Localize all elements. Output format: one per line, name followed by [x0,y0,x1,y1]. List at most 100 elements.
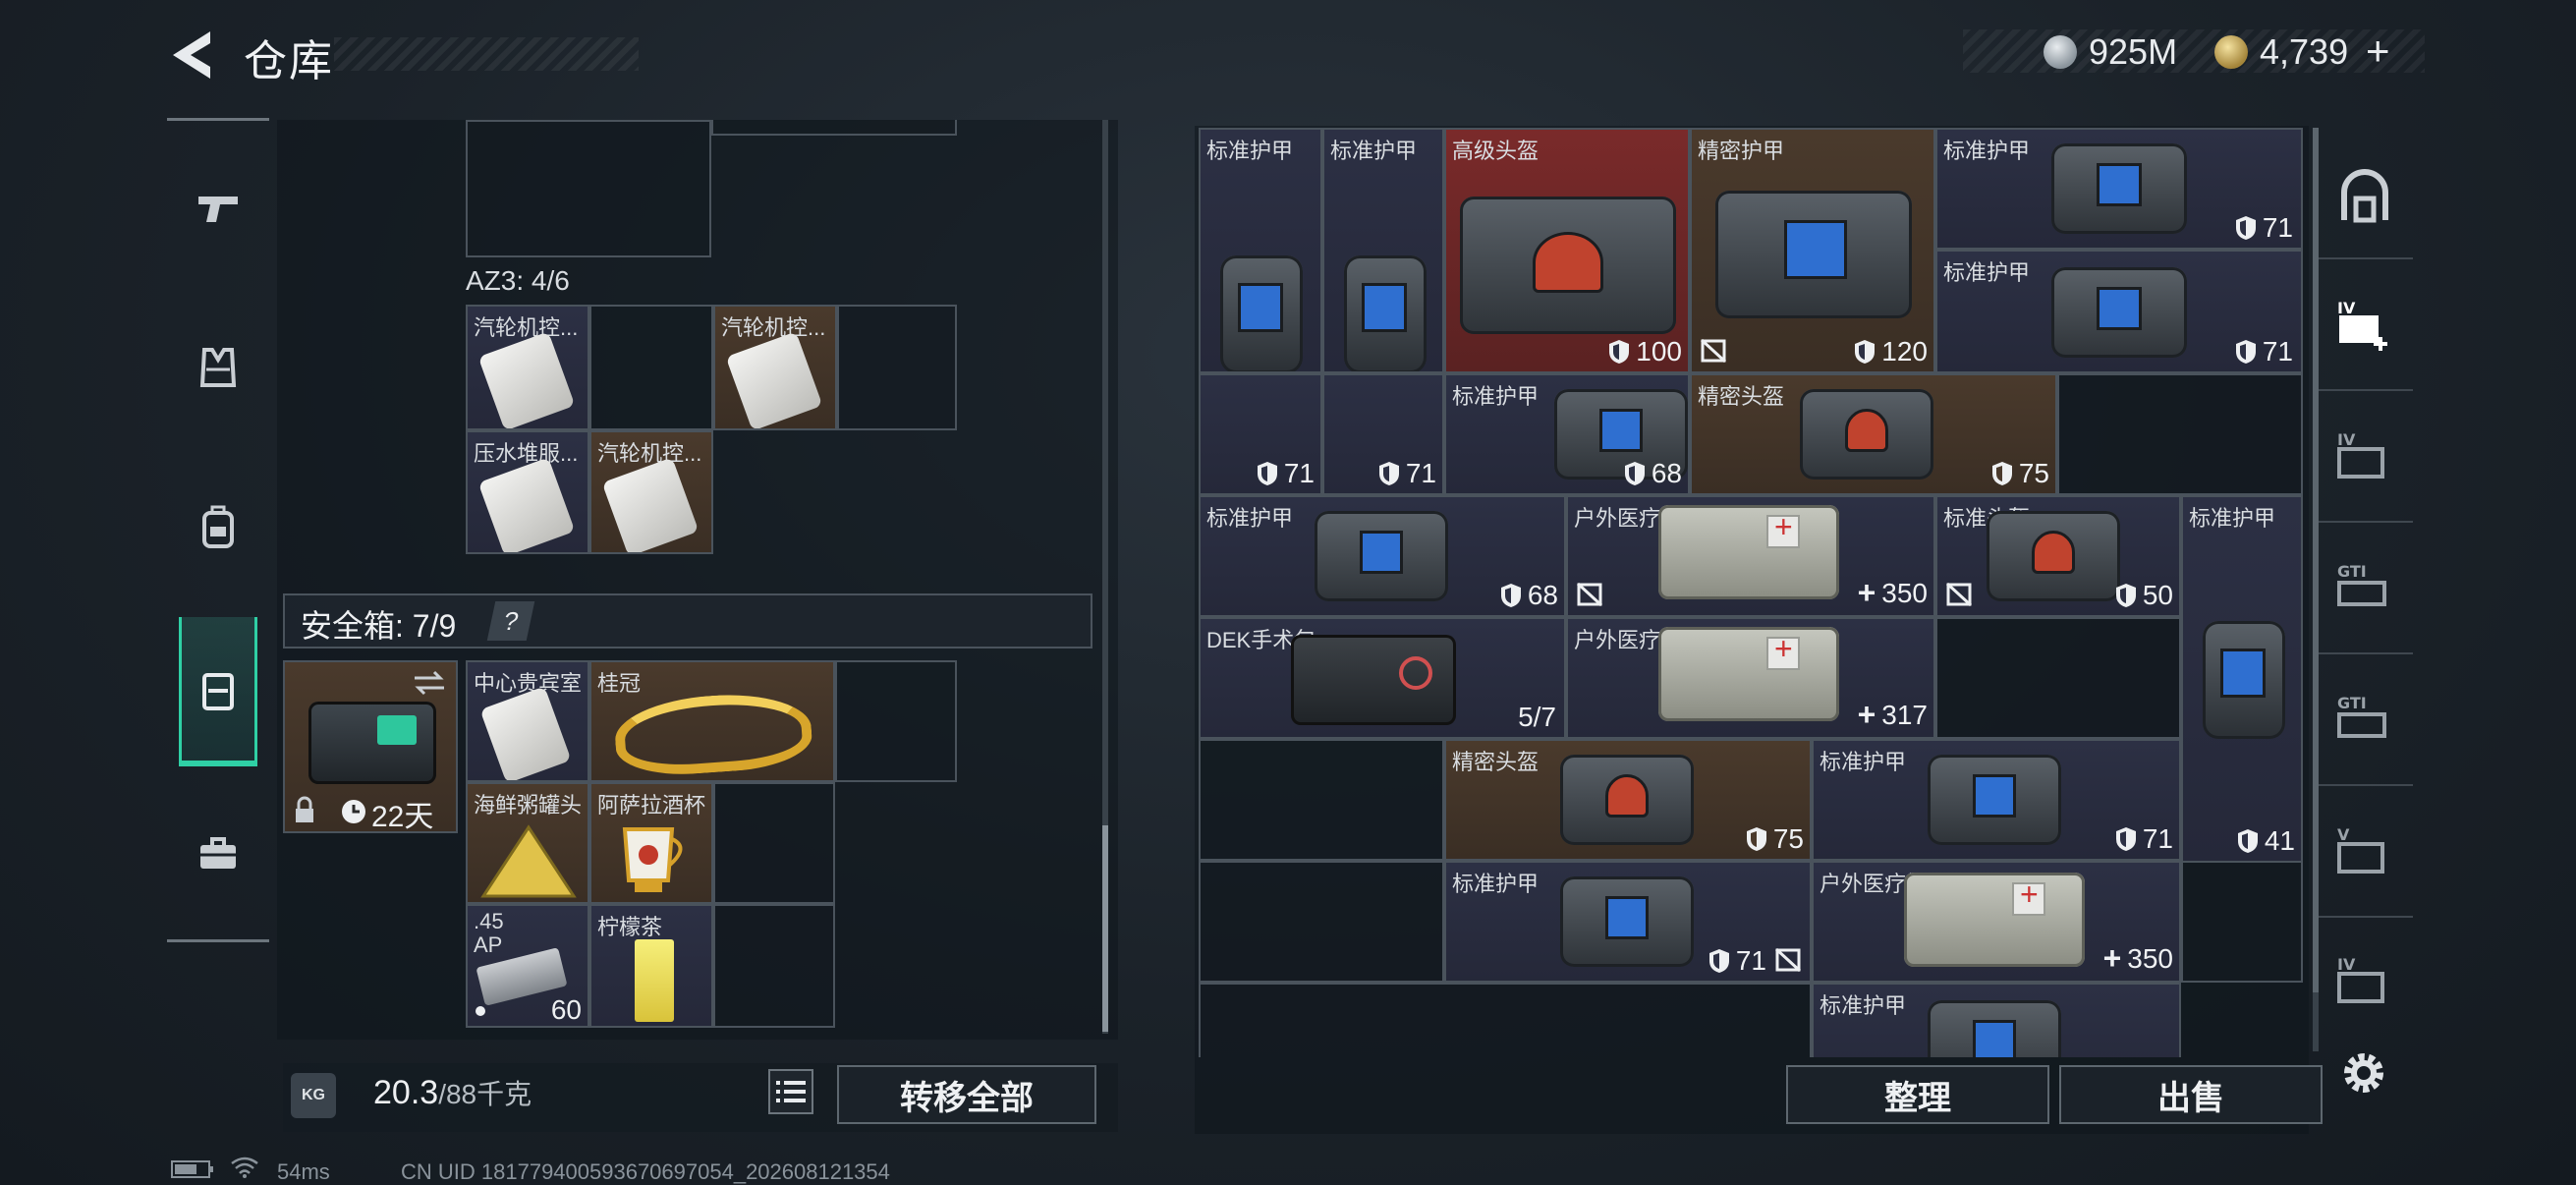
stash-item-field-medkit[interactable]: 户外医疗箱 + 350 [1812,861,2181,983]
plus-icon: + [1857,575,1876,610]
gear-icon [2344,1053,2383,1093]
item-name: 精密头盔 [1452,750,1540,774]
stash-item-precision-helmet[interactable]: 精密头盔 75 [1444,739,1812,861]
stash-item-armor-tall[interactable]: 标准护甲 41 [2181,495,2303,863]
category-container[interactable] [179,617,257,764]
stash-item-armor-stat[interactable]: 71 [1199,373,1322,495]
stash-item-precision-helmet[interactable]: 精密头盔 75 [1690,373,2057,495]
tab-divider [2319,652,2413,654]
back-button[interactable] [167,28,216,83]
category-medical[interactable] [179,814,257,892]
stash-item-field-medkit[interactable]: 户外医疗箱 + 317 [1566,617,1935,739]
sort-button[interactable]: 整理 [1786,1065,2049,1124]
item-slot-turbine-3[interactable]: 汽轮机控... [589,430,713,554]
list-view-button[interactable] [768,1069,813,1114]
safebox-help-button[interactable]: ? [486,601,535,641]
tab-stash-gti-2[interactable]: GTI [2328,684,2401,757]
stash-item-armor[interactable]: 标准护甲 68 [1199,495,1566,617]
coin-icon [2044,35,2077,69]
item-slot-reactor[interactable]: 压水堆服... [466,430,589,554]
empty-slot[interactable] [713,904,835,1028]
item-name: 标准护甲 [1820,993,1907,1018]
durability-stat: 120 [1854,336,1928,367]
uses-stat: 5/7 [1518,702,1556,733]
empty-slot[interactable] [589,305,713,430]
safebox-slot[interactable]: 22天 [283,660,458,833]
tab-stash-page-4b[interactable]: IV [2328,945,2401,1018]
add-currency-button[interactable]: + [2366,28,2390,75]
empty-slot[interactable] [835,660,957,782]
transfer-all-button[interactable]: 转移全部 [837,1065,1096,1124]
item-slot-lemon-tea[interactable]: 柠檬茶 [589,904,713,1028]
stash-page-icon: IV [2337,955,2384,1003]
empty-slot[interactable] [711,120,957,136]
tab-stash-gti-1[interactable]: GTI [2328,552,2401,625]
durability-stat: 50 [2115,580,2173,611]
list-icon [776,1081,806,1102]
durability-value: 75 [1772,823,1804,854]
stash-item-armor[interactable]: 标准护甲 [1322,128,1444,373]
armor-case-icon [1928,1000,2061,1057]
item-name: 标准护甲 [1206,506,1294,531]
category-active-indicator [179,761,257,766]
category-weapons[interactable] [179,169,257,248]
item-name: 标准护甲 [1820,750,1907,774]
no-repair-icon [1700,338,1727,364]
surgery-kit-icon [1291,635,1456,725]
stash-item-armor[interactable]: 标准护甲 [1812,983,2181,1057]
item-name: 海鲜粥罐头 [474,793,583,818]
stash-item-surgery-kit[interactable]: DEK手术包 5/7 [1199,617,1566,739]
tab-stash-page-4[interactable]: IV [2328,421,2401,493]
item-slot-turbine-1[interactable]: 汽轮机控... [466,305,589,430]
durability-value: 41 [2264,825,2295,856]
laurel-crown-icon [612,689,814,779]
tab-stash-page-5[interactable]: V [2328,816,2401,888]
stash-item-advanced-helmet[interactable]: 高级头盔 100 [1444,128,1690,373]
settings-button[interactable] [2336,1045,2391,1100]
heal-stat: + 350 [1858,575,1928,611]
stash-item-armor[interactable]: 标准护甲 71 [1812,739,2181,861]
stash-item-armor[interactable]: 标准护甲 [1199,128,1322,373]
stash-item-armor[interactable]: 标准护甲 71 [1444,861,1812,983]
empty-slot[interactable] [837,305,957,430]
stash-item-armor[interactable]: 标准护甲 71 [1935,128,2303,250]
empty-slot[interactable] [1199,861,1444,983]
item-slot-vip-room-key[interactable]: 中心贵宾室 [466,660,589,782]
tab-add-stash-page[interactable]: IV [2328,289,2401,362]
item-slot-asala-cup[interactable]: 阿萨拉酒杯 [589,782,713,904]
sell-button[interactable]: 出售 [2059,1065,2323,1124]
empty-slot[interactable] [1199,739,1444,861]
item-name: 柠檬茶 [597,915,663,939]
armor-case-icon [2051,143,2187,234]
svg-text:IV: IV [2337,430,2356,449]
item-slot-laurel[interactable]: 桂冠 [589,660,835,782]
stash-item-precision-armor[interactable]: 精密护甲 120 [1690,128,1935,373]
stash-item-armor[interactable]: 标准护甲 68 [1444,373,1690,495]
item-slot-turbine-2[interactable]: 汽轮机控... [713,305,837,430]
stash-item-armor-stat[interactable]: 71 [1322,373,1444,495]
item-slot-seafood-can[interactable]: 海鲜粥罐头 [466,782,589,904]
reactor-part-icon [477,457,576,552]
user-uid: CN UID 181779400593670697054_20260812135… [401,1159,890,1184]
empty-slot[interactable] [466,120,711,257]
tab-all-stash[interactable] [2328,161,2401,234]
svg-text:V: V [2337,825,2350,844]
stash-item-standard-helmet[interactable]: 标准头盔 50 [1935,495,2181,617]
durability-stat: 100 [1608,336,1682,367]
left-scrollbar-thumb[interactable] [1102,825,1108,1032]
empty-slot[interactable] [2057,373,2303,495]
empty-slot[interactable] [2181,861,2303,983]
shield-icon [1855,340,1876,364]
empty-slot[interactable] [1935,617,2181,739]
category-armor[interactable] [179,328,257,407]
empty-slot[interactable] [713,782,835,904]
stash-item-armor[interactable]: 标准护甲 71 [1935,250,2303,373]
item-slot-ammo[interactable]: .45 AP 60 [466,904,589,1028]
durability-stat: 71 [2115,823,2173,855]
tab-divider [2319,389,2413,391]
turbine-part-icon [601,457,700,552]
empty-slot[interactable] [1199,983,1812,1057]
stash-item-field-medkit[interactable]: 户外医疗箱 + 350 [1566,495,1935,617]
category-backpack[interactable] [179,487,257,566]
item-name: 标准护甲 [1452,384,1540,409]
